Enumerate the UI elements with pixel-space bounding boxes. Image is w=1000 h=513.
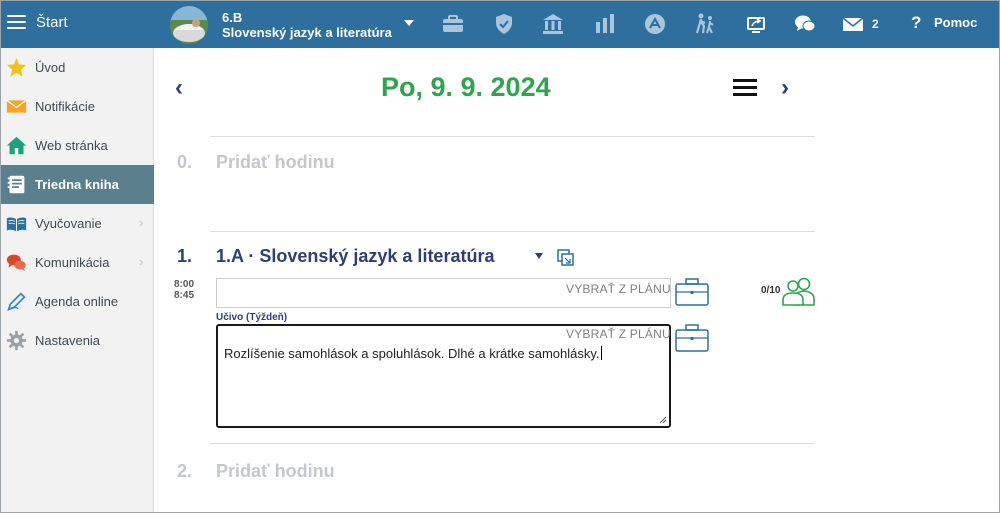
sidebar-item-label: Triedna kniha bbox=[35, 177, 119, 192]
attendance-count: 0/10 bbox=[761, 285, 781, 296]
main-content: ‹ Po, 9. 9. 2024 › 0. Pridať hodinu 1. 1… bbox=[155, 48, 999, 512]
lesson-title: 1.A · Slovenský jazyk a literatúra bbox=[216, 246, 495, 266]
sidebar-item-nastavenia[interactable]: Nastavenia bbox=[1, 321, 154, 360]
sidebar-item-label: Agenda online bbox=[35, 294, 119, 309]
app-window: Štart 6.B Slovenský jazyk a literatúra 2… bbox=[0, 0, 1000, 513]
chevron-down-icon[interactable] bbox=[404, 20, 414, 26]
shield-check-icon[interactable] bbox=[492, 12, 516, 36]
pen-icon bbox=[6, 291, 27, 312]
sidebar-item-vyucovanie[interactable]: Vyučovanie › bbox=[1, 204, 154, 243]
copy-lesson-icon[interactable] bbox=[557, 249, 575, 267]
walking-people-icon[interactable] bbox=[693, 12, 717, 36]
sidebar-item-label: Notifikácie bbox=[35, 99, 95, 114]
select-from-plan-button[interactable]: VYBRAŤ Z PLÁNU bbox=[566, 327, 671, 341]
subject-name: Slovenský jazyk a literatúra bbox=[222, 25, 392, 40]
chevron-right-icon: › bbox=[139, 254, 144, 269]
next-day-button[interactable]: › bbox=[781, 74, 789, 102]
chat-bubbles-icon bbox=[6, 252, 27, 273]
class-book-icon bbox=[6, 174, 27, 195]
sidebar-item-agenda-online[interactable]: Agenda online bbox=[1, 282, 154, 321]
sidebar: Úvod Notifikácie Web stránka Triedna kni… bbox=[1, 48, 154, 512]
help-icon[interactable]: ? bbox=[911, 13, 921, 33]
divider bbox=[210, 231, 815, 232]
hour-number: 1. bbox=[177, 246, 193, 266]
class-name: 6.B bbox=[222, 10, 243, 25]
mail-count-badge: 2 bbox=[872, 17, 879, 31]
sidebar-item-label: Komunikácia bbox=[35, 255, 110, 270]
attendance-people-icon[interactable] bbox=[781, 277, 817, 307]
envelope-icon bbox=[6, 96, 27, 117]
lesson-start-time: 8:00 bbox=[174, 279, 195, 290]
class-selector[interactable]: 6.B Slovenský jazyk a literatúra bbox=[222, 10, 392, 40]
add-hour-link[interactable]: Pridať hodinu bbox=[216, 152, 335, 173]
hamburger-menu-icon[interactable] bbox=[7, 14, 27, 30]
text-cursor bbox=[600, 346, 602, 360]
start-link[interactable]: Štart bbox=[36, 14, 68, 31]
help-link[interactable]: Pomoc bbox=[934, 15, 977, 30]
list-menu-icon[interactable] bbox=[733, 79, 757, 97]
open-book-icon bbox=[6, 213, 27, 234]
sidebar-item-label: Úvod bbox=[35, 60, 66, 75]
chat-bubbles-icon[interactable] bbox=[793, 12, 817, 36]
divider bbox=[210, 136, 815, 137]
bar-chart-icon[interactable] bbox=[593, 12, 617, 36]
sidebar-item-label: Web stránka bbox=[35, 138, 108, 153]
chevron-right-icon: › bbox=[139, 215, 144, 230]
bank-building-icon[interactable] bbox=[541, 12, 565, 36]
add-hour-link[interactable]: Pridať hodinu bbox=[216, 461, 335, 482]
curriculum-label: Učivo (Týždeň) bbox=[216, 312, 288, 323]
sidebar-item-label: Nastavenia bbox=[35, 333, 101, 348]
date-title: Po, 9. 9. 2024 bbox=[381, 72, 551, 102]
briefcase-icon[interactable] bbox=[441, 12, 465, 36]
lesson-end-time: 8:45 bbox=[174, 290, 195, 301]
sidebar-item-triedna-kniha[interactable]: Triedna kniha bbox=[1, 165, 154, 204]
sidebar-item-komunikacia[interactable]: Komunikácia › bbox=[1, 243, 154, 282]
home-icon bbox=[6, 135, 27, 156]
sidebar-item-uvod[interactable]: Úvod bbox=[1, 48, 154, 87]
gear-icon bbox=[6, 330, 27, 351]
briefcase-icon[interactable] bbox=[675, 323, 709, 353]
sidebar-item-label: Vyučovanie bbox=[35, 216, 102, 231]
mail-icon[interactable] bbox=[841, 12, 865, 36]
curriculum-text: Rozlíšenie samohlások a spoluhlások. Dlh… bbox=[224, 346, 600, 361]
select-from-plan-button[interactable]: VYBRAŤ Z PLÁNU bbox=[566, 282, 671, 296]
top-bar: Štart 6.B Slovenský jazyk a literatúra 2… bbox=[1, 1, 999, 48]
chevron-down-icon[interactable] bbox=[535, 253, 543, 259]
sidebar-item-web-stranka[interactable]: Web stránka bbox=[1, 126, 154, 165]
sidebar-item-notifikacie[interactable]: Notifikácie bbox=[1, 87, 154, 126]
curriculum-text-wrap: Rozlíšenie samohlások a spoluhlások. Dlh… bbox=[224, 346, 602, 361]
class-avatar[interactable] bbox=[170, 6, 208, 44]
resize-handle-icon[interactable] bbox=[659, 416, 667, 424]
grade-badge-icon[interactable] bbox=[643, 12, 667, 36]
hour-number: 0. bbox=[177, 152, 193, 172]
hour-number: 2. bbox=[177, 461, 193, 481]
divider bbox=[210, 443, 815, 444]
previous-day-button[interactable]: ‹ bbox=[175, 74, 183, 102]
star-icon bbox=[6, 57, 27, 78]
screen-share-icon[interactable] bbox=[744, 12, 768, 36]
briefcase-icon[interactable] bbox=[675, 277, 709, 307]
